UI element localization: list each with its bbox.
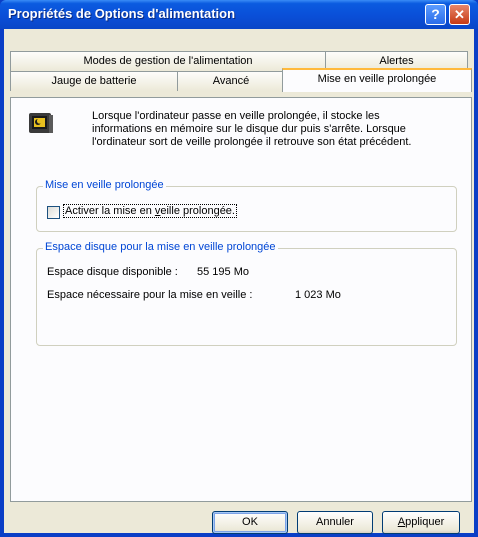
tab-label: Alertes [379, 55, 414, 67]
apply-button[interactable]: Appliquer [382, 511, 460, 534]
tab-label: Avancé [212, 75, 250, 87]
title-bar[interactable]: Propriétés de Options d'alimentation ? ✕ [0, 0, 478, 29]
label-part: Activer la mise en [65, 205, 155, 217]
free-space-label: Espace disque disponible : [47, 266, 178, 278]
disk-space-groupbox: Espace disque pour la mise en veille pro… [36, 241, 457, 346]
enable-hibernate-label[interactable]: Activer la mise en veille prolongée. [63, 204, 237, 218]
ok-label: OK [242, 516, 258, 528]
window-title: Propriétés de Options d'alimentation [8, 6, 236, 21]
info-line: l'ordinateur sort de veille prolongée il… [92, 136, 412, 148]
hibernate-description: Lorsque l'ordinateur passe en veille pro… [92, 110, 447, 149]
help-button[interactable]: ? [425, 4, 446, 25]
label-part: eille prolongée. [160, 205, 235, 217]
hibernate-computer-icon [29, 113, 53, 133]
groupbox-title: Espace disque pour la mise en veille pro… [43, 241, 278, 253]
tab-jauge-batterie[interactable]: Jauge de batterie [10, 71, 178, 91]
tab-mise-en-veille-prolongee[interactable]: Mise en veille prolongée [282, 68, 472, 92]
free-space-value: 55 195 Mo [197, 266, 249, 278]
hibernate-groupbox: Mise en veille prolongée Activer la mise… [36, 179, 457, 232]
ok-button[interactable]: OK [212, 511, 288, 534]
tab-modes-gestion[interactable]: Modes de gestion de l'alimentation [10, 51, 326, 71]
groupbox-title: Mise en veille prolongée [43, 179, 166, 191]
needed-space-value: 1 023 Mo [295, 289, 341, 301]
cancel-button[interactable]: Annuler [297, 511, 373, 534]
enable-hibernate-checkbox[interactable] [47, 206, 60, 219]
tab-label: Modes de gestion de l'alimentation [83, 55, 253, 67]
info-line: Lorsque l'ordinateur passe en veille pro… [92, 110, 380, 122]
cancel-label: Annuler [316, 516, 354, 528]
close-button[interactable]: ✕ [449, 4, 470, 25]
tab-avance[interactable]: Avancé [177, 71, 285, 91]
tab-label: Mise en veille prolongée [317, 73, 437, 85]
tab-label: Jauge de batterie [51, 75, 137, 87]
apply-label: ppliquer [405, 516, 445, 528]
needed-space-label: Espace nécessaire pour la mise en veille… [47, 289, 253, 301]
dialog-window: Propriétés de Options d'alimentation ? ✕… [0, 0, 478, 537]
close-icon: ✕ [454, 7, 465, 22]
apply-mnemonic: A [397, 516, 406, 528]
info-line: informations en mémoire sur le disque du… [92, 123, 406, 135]
help-icon: ? [431, 6, 440, 22]
